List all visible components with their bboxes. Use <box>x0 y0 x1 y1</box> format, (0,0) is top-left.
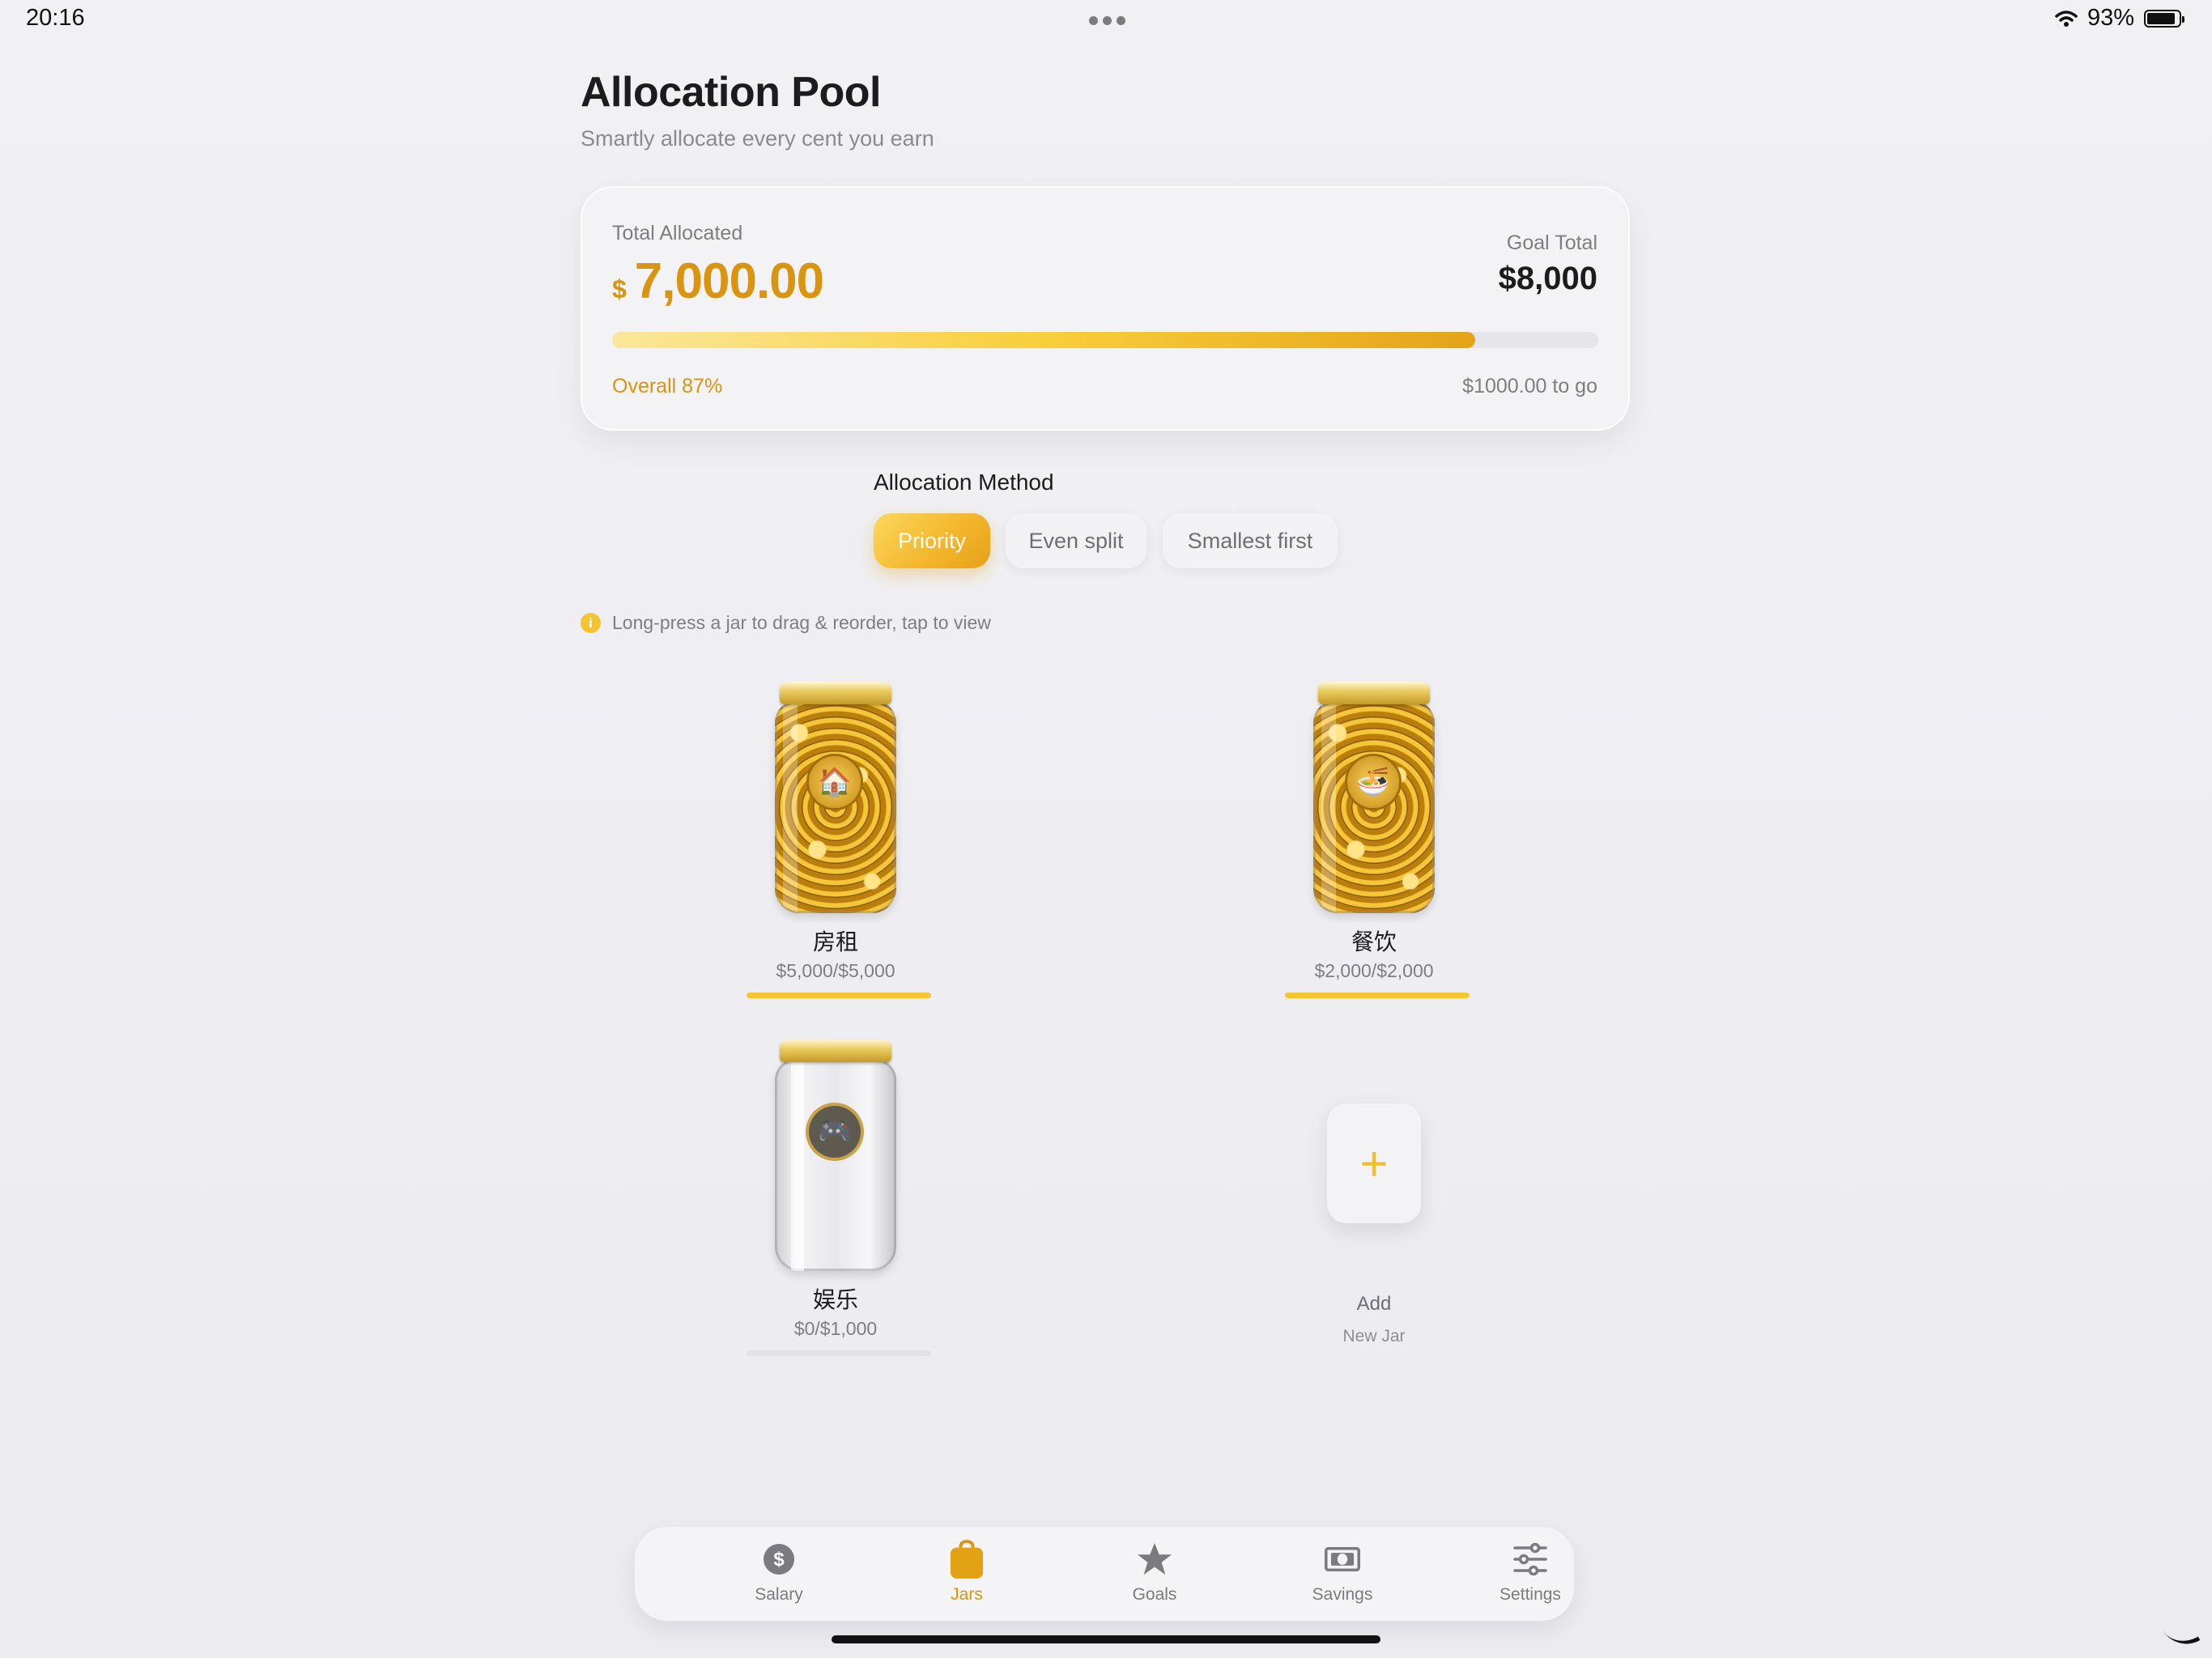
method-priority-button[interactable]: Priority <box>874 513 990 568</box>
noodle-bowl-icon: 🍜 <box>1347 756 1399 808</box>
banknote-icon <box>1325 1541 1360 1577</box>
allocation-summary-card: Total Allocated $ 7,000.00 Goal Total $8… <box>581 186 1630 431</box>
method-even-split-button[interactable]: Even split <box>1006 513 1146 568</box>
tab-label: Settings <box>1499 1585 1561 1604</box>
add-jar-label[interactable]: Add <box>1293 1293 1455 1316</box>
battery-icon <box>2144 9 2184 28</box>
jar-name: 餐饮 <box>1351 929 1397 955</box>
house-icon: 🏠 <box>809 756 861 808</box>
jar-illustration: 🏠 <box>775 682 896 913</box>
tab-label: Jars <box>951 1585 983 1604</box>
tab-bar: $ Salary Jars Goals Savings Settings <box>635 1527 1574 1621</box>
jar-progress-bar <box>1285 993 1470 998</box>
page-subtitle: Smartly allocate every cent you earn <box>581 126 934 151</box>
plus-icon: + <box>1359 1136 1389 1191</box>
svg-text:$: $ <box>773 1549 785 1571</box>
add-jar-sublabel: New Jar <box>1342 1327 1406 1346</box>
jar-amount: $5,000/$5,000 <box>776 960 895 981</box>
method-smallest-first-button[interactable]: Smallest first <box>1163 513 1338 568</box>
jar-progress-bar <box>747 993 931 998</box>
tab-label: Salary <box>755 1585 803 1604</box>
tab-savings[interactable]: Savings <box>1270 1541 1415 1605</box>
battery-percent: 93% <box>2087 5 2134 31</box>
overall-progress-bar <box>612 332 1598 348</box>
allocation-method-title: Allocation Method <box>874 470 1054 495</box>
overall-percent: Overall 87% <box>612 375 723 397</box>
tab-settings[interactable]: Settings <box>1457 1541 1603 1605</box>
jar-bag-icon <box>949 1540 985 1579</box>
multitasking-dots-icon[interactable] <box>1089 16 1125 25</box>
wifi-icon <box>2055 10 2078 27</box>
reorder-hint-text: Long-press a jar to drag & reorder, tap … <box>612 612 991 633</box>
reorder-hint: i Long-press a jar to drag & reorder, ta… <box>581 612 991 634</box>
jar-amount: $0/$1,000 <box>793 1318 878 1339</box>
tab-jars[interactable]: Jars <box>894 1540 1040 1605</box>
total-allocated-label: Total Allocated <box>612 222 743 244</box>
jar-card-entertainment[interactable]: 🎮 娱乐 $0/$1,000 <box>714 1039 957 1363</box>
status-indicators: 93% <box>2055 5 2184 32</box>
tab-salary[interactable]: $ Salary <box>706 1541 852 1605</box>
corner-swipe-handle[interactable] <box>2160 1613 2201 1654</box>
page-title: Allocation Pool <box>581 69 881 116</box>
home-indicator[interactable] <box>832 1635 1380 1643</box>
total-allocated-amount: $ 7,000.00 <box>612 253 824 310</box>
overall-progress-fill <box>612 332 1475 348</box>
jar-card-dining[interactable]: 🍜 餐饮 $2,000/$2,000 <box>1253 682 1495 1005</box>
tab-label: Goals <box>1132 1585 1177 1604</box>
jar-card-rent[interactable]: 🏠 房租 $5,000/$5,000 <box>714 682 957 1005</box>
jar-name: 娱乐 <box>812 1286 858 1313</box>
dollar-circle-icon: $ <box>761 1541 797 1577</box>
remaining-amount: $1000.00 to go <box>1462 375 1597 397</box>
sliders-icon <box>1512 1541 1548 1577</box>
goal-total-value: $8,000 <box>1498 261 1597 296</box>
currency-symbol: $ <box>612 274 627 304</box>
status-time: 20:16 <box>26 5 85 31</box>
jar-progress-bar <box>747 1350 931 1356</box>
tab-label: Savings <box>1312 1585 1373 1604</box>
tab-goals[interactable]: Goals <box>1082 1541 1227 1605</box>
total-allocated-value: 7,000.00 <box>634 253 824 309</box>
star-icon <box>1137 1541 1172 1577</box>
add-jar-button[interactable]: + <box>1327 1103 1421 1223</box>
jar-amount: $2,000/$2,000 <box>1314 960 1434 981</box>
game-controller-icon: 🎮 <box>809 1106 861 1158</box>
jar-illustration: 🎮 <box>775 1039 896 1271</box>
goal-total-label: Goal Total <box>1506 232 1597 254</box>
jar-name: 房租 <box>812 929 858 955</box>
jar-illustration: 🍜 <box>1313 682 1435 913</box>
info-icon: i <box>581 613 601 633</box>
